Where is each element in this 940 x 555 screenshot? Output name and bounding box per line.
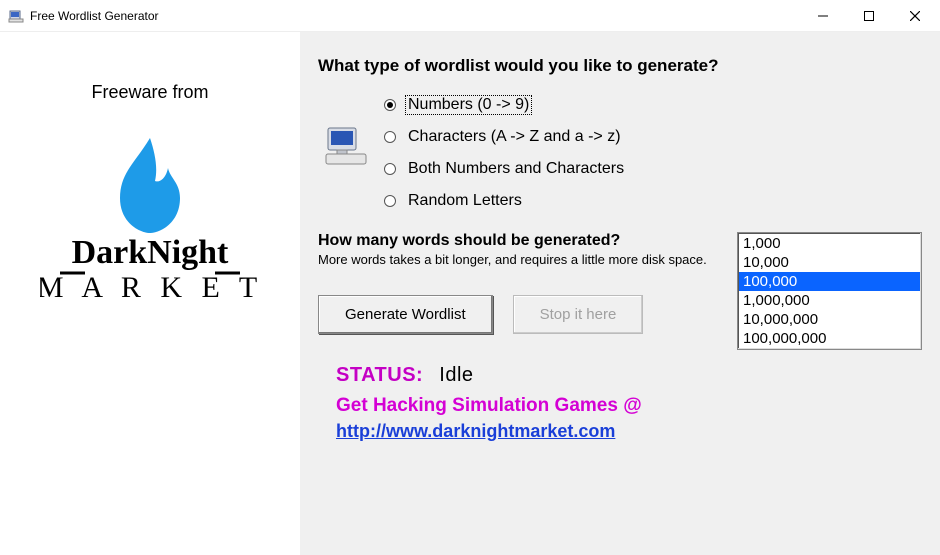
count-note: More words takes a bit longer, and requi… — [318, 252, 708, 269]
count-option[interactable]: 1,000,000 — [739, 291, 920, 310]
left-panel: Freeware from DarkNight M A R K E T — [0, 32, 300, 555]
window-title: Free Wordlist Generator — [30, 9, 159, 23]
promo-text: Get Hacking Simulation Games @ — [336, 395, 922, 417]
count-option[interactable]: 1,000 — [739, 234, 920, 253]
count-option[interactable]: 100,000 — [739, 272, 920, 291]
status-row: STATUS: Idle — [318, 364, 922, 387]
radio-option[interactable]: Both Numbers and Characters — [384, 160, 626, 178]
count-option[interactable]: 10,000 — [739, 253, 920, 272]
radio-label: Random Letters — [406, 192, 524, 210]
count-option[interactable]: 10,000,000 — [739, 310, 920, 329]
titlebar: Free Wordlist Generator — [0, 0, 940, 32]
close-button[interactable] — [892, 1, 938, 31]
status-label: STATUS: — [336, 364, 423, 386]
app-icon — [8, 8, 24, 24]
computer-icon — [318, 124, 374, 177]
radio-option[interactable]: Random Letters — [384, 192, 626, 210]
window-controls — [800, 1, 938, 31]
brand-logo: DarkNight M A R K E T — [10, 133, 290, 318]
count-option[interactable]: 100,000,000 — [739, 329, 920, 348]
maximize-button[interactable] — [846, 1, 892, 31]
radio-indicator — [384, 131, 396, 143]
type-radio-group: Numbers (0 -> 9) Characters (A -> Z and a… — [384, 96, 626, 210]
logo-word-top: DarkNight — [72, 234, 229, 271]
type-question: What type of wordlist would you like to … — [318, 56, 922, 76]
minimize-button[interactable] — [800, 1, 846, 31]
radio-option[interactable]: Numbers (0 -> 9) — [384, 96, 626, 114]
stop-button: Stop it here — [513, 295, 644, 334]
status-value: Idle — [439, 364, 473, 386]
logo-word-bottom: M A R K E T — [40, 271, 260, 304]
radio-indicator — [384, 195, 396, 207]
radio-label: Numbers (0 -> 9) — [406, 96, 531, 114]
radio-option[interactable]: Characters (A -> Z and a -> z) — [384, 128, 626, 146]
radio-label: Both Numbers and Characters — [406, 160, 626, 178]
radio-indicator — [384, 99, 396, 111]
promo-link[interactable]: http://www.darknightmarket.com — [336, 421, 922, 442]
freeware-label: Freeware from — [10, 82, 290, 103]
main-panel: What type of wordlist would you like to … — [300, 32, 940, 555]
generate-button[interactable]: Generate Wordlist — [318, 295, 493, 334]
radio-indicator — [384, 163, 396, 175]
count-listbox[interactable]: 1,00010,000100,0001,000,00010,000,000100… — [737, 232, 922, 350]
radio-label: Characters (A -> Z and a -> z) — [406, 128, 623, 146]
